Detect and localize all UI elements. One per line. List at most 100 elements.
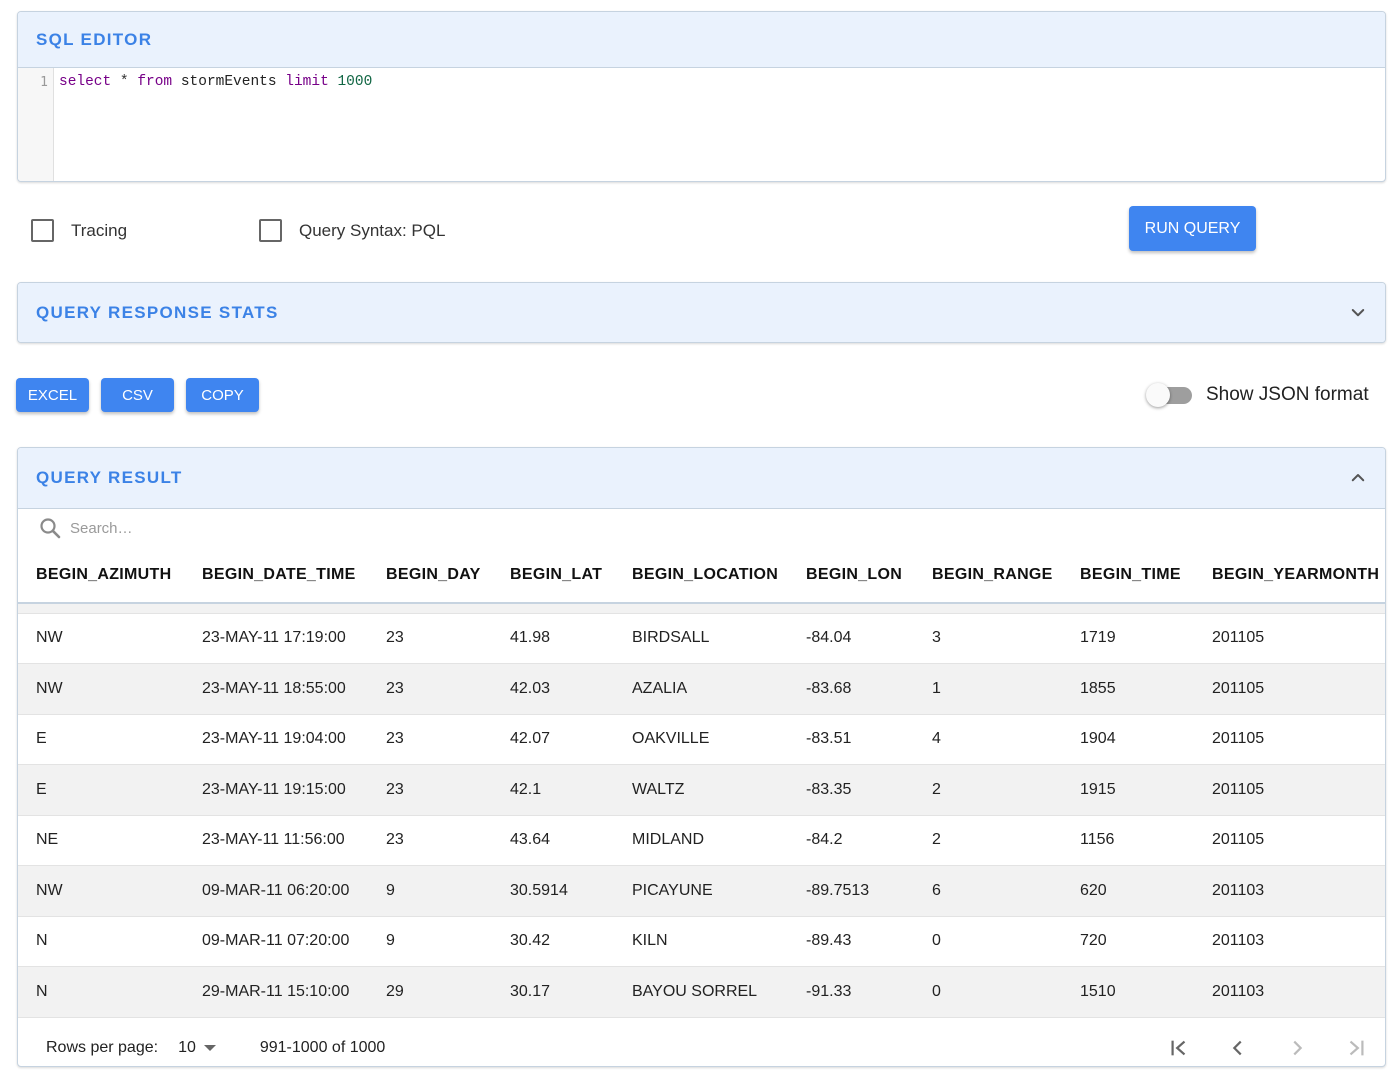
cell-begin-location: MIDLAND bbox=[614, 815, 788, 866]
cell-begin-lon: -84.04 bbox=[788, 613, 914, 664]
cell-begin-yearmonth: 201103 bbox=[1194, 966, 1385, 1018]
column-header-begin-day[interactable]: BEGIN_DAY bbox=[368, 547, 492, 604]
column-header-begin-yearmonth[interactable]: BEGIN_YEARMONTH bbox=[1194, 547, 1385, 604]
cell-begin-yearmonth: 201105 bbox=[1194, 613, 1385, 664]
table-row[interactable]: NW 23-MAY-11 18:55:00 23 42.03 AZALIA -83.68 1… bbox=[18, 663, 1385, 715]
cell-begin-range: 1 bbox=[914, 663, 1062, 715]
table-row[interactable]: N 29-MAR-11 15:10:00 29 30.17 BAYOU SORREL -9… bbox=[18, 966, 1385, 1018]
table-row[interactable]: E 23-MAY-11 19:15:00 23 42.1 WALTZ -83.35 2 191… bbox=[18, 764, 1385, 816]
cell-begin-location: BAYOU SORREL bbox=[614, 966, 788, 1018]
pagination-range: 991-1000 of 1000 bbox=[259, 1038, 386, 1056]
cell-begin-lat: 42.07 bbox=[492, 714, 614, 765]
query-response-stats-panel: QUERY RESPONSE STATS bbox=[17, 282, 1386, 343]
keyword-limit: limit bbox=[285, 74, 329, 90]
rows-per-page-label: Rows per page: bbox=[46, 1038, 159, 1056]
keyword-select: select bbox=[59, 74, 112, 90]
query-syntax-option[interactable]: Query Syntax: PQL bbox=[259, 219, 445, 242]
table-row[interactable]: N 09-MAR-11 07:20:00 9 30.42 KILN -89.43 0 720 2… bbox=[18, 916, 1385, 967]
cell-begin-range: 6 bbox=[914, 865, 1062, 917]
cell-begin-day: 9 bbox=[368, 916, 492, 967]
cell-begin-date-time: 09-MAR-11 06:20:00 bbox=[184, 865, 368, 917]
table-spacer-row bbox=[18, 603, 1385, 614]
cell-begin-lon: -84.2 bbox=[788, 815, 914, 866]
cell-begin-location: KILN bbox=[614, 916, 788, 967]
column-header-begin-location[interactable]: BEGIN_LOCATION bbox=[614, 547, 788, 604]
copy-button[interactable]: COPY bbox=[186, 378, 259, 412]
cell-begin-range: 2 bbox=[914, 764, 1062, 816]
rows-per-page-value: 10 bbox=[178, 1038, 196, 1056]
cell-begin-yearmonth: 201105 bbox=[1194, 815, 1385, 866]
toggle-track[interactable] bbox=[1146, 382, 1192, 407]
column-header-begin-range[interactable]: BEGIN_RANGE bbox=[914, 547, 1062, 604]
cell-begin-date-time: 09-MAR-11 07:20:00 bbox=[184, 916, 368, 967]
table-row[interactable]: NW 09-MAR-11 06:20:00 9 30.5914 PICAYUNE -89.… bbox=[18, 865, 1385, 917]
cell-begin-lat: 42.03 bbox=[492, 663, 614, 715]
chevron-left-icon bbox=[1232, 1040, 1242, 1055]
cell-begin-day: 9 bbox=[368, 865, 492, 917]
cell-begin-day: 23 bbox=[368, 714, 492, 765]
cell-begin-date-time: 23-MAY-11 11:56:00 bbox=[184, 815, 368, 866]
cell-begin-time: 1719 bbox=[1062, 613, 1194, 664]
cell-begin-location: AZALIA bbox=[614, 663, 788, 715]
dropdown-caret-icon bbox=[203, 1044, 216, 1051]
cell-begin-time: 620 bbox=[1062, 865, 1194, 917]
cell-begin-lat: 42.1 bbox=[492, 764, 614, 816]
last-page-button[interactable] bbox=[1326, 1037, 1385, 1059]
tracing-option[interactable]: Tracing bbox=[31, 219, 127, 242]
search-bar bbox=[18, 509, 1385, 547]
run-query-button[interactable]: RUN QUERY bbox=[1129, 206, 1256, 251]
cell-begin-lat: 43.64 bbox=[492, 815, 614, 866]
cell-begin-lat: 30.17 bbox=[492, 966, 614, 1018]
cell-begin-yearmonth: 201105 bbox=[1194, 714, 1385, 765]
cell-begin-time: 1904 bbox=[1062, 714, 1194, 765]
chevron-down-icon[interactable] bbox=[1349, 304, 1367, 322]
show-json-toggle[interactable]: Show JSON format bbox=[1146, 382, 1369, 407]
column-header-begin-time[interactable]: BEGIN_TIME bbox=[1062, 547, 1194, 604]
chevron-up-icon[interactable] bbox=[1349, 469, 1367, 487]
cell-begin-day: 23 bbox=[368, 764, 492, 816]
sql-editor[interactable]: 1 select * from stormEvents limit 1000 bbox=[18, 68, 1385, 181]
cell-begin-date-time: 29-MAR-11 15:10:00 bbox=[184, 966, 368, 1018]
previous-page-button[interactable] bbox=[1208, 1037, 1267, 1059]
column-header-begin-azimuth[interactable]: BEGIN_AZIMUTH bbox=[18, 547, 184, 604]
rows-per-page-select[interactable]: 10 bbox=[178, 1039, 216, 1057]
column-header-begin-date-time[interactable]: BEGIN_DATE_TIME bbox=[184, 547, 368, 604]
toggle-thumb[interactable] bbox=[1146, 382, 1170, 407]
cell-begin-azimuth: E bbox=[18, 764, 184, 816]
limit-value: 1000 bbox=[337, 74, 373, 90]
query-syntax-label: Query Syntax: PQL bbox=[299, 220, 446, 240]
cell-begin-azimuth: NE bbox=[18, 815, 184, 866]
cell-begin-time: 1510 bbox=[1062, 966, 1194, 1018]
cell-begin-lon: -83.35 bbox=[788, 764, 914, 816]
cell-begin-azimuth: E bbox=[18, 714, 184, 765]
cell-begin-time: 1855 bbox=[1062, 663, 1194, 715]
cell-begin-lat: 41.98 bbox=[492, 613, 614, 664]
column-header-begin-lat[interactable]: BEGIN_LAT bbox=[492, 547, 614, 604]
tracing-checkbox[interactable] bbox=[31, 219, 54, 242]
cell-begin-lon: -83.68 bbox=[788, 663, 914, 715]
table-row[interactable]: E 23-MAY-11 19:04:00 23 42.07 OAKVILLE -83.51… bbox=[18, 714, 1385, 765]
cell-begin-location: WALTZ bbox=[614, 764, 788, 816]
cell-begin-yearmonth: 201105 bbox=[1194, 764, 1385, 816]
cell-begin-lat: 30.5914 bbox=[492, 865, 614, 917]
cell-begin-azimuth: NW bbox=[18, 865, 184, 917]
first-page-button[interactable] bbox=[1149, 1037, 1208, 1059]
column-header-begin-lon[interactable]: BEGIN_LON bbox=[788, 547, 914, 604]
cell-begin-day: 29 bbox=[368, 966, 492, 1018]
pagination-footer: Rows per page: 10 991-1000 of 1000 bbox=[18, 1018, 1385, 1067]
query-response-stats-header[interactable]: QUERY RESPONSE STATS bbox=[18, 283, 1385, 342]
line-number-gutter: 1 bbox=[18, 68, 54, 181]
cell-begin-azimuth: N bbox=[18, 916, 184, 967]
table-row[interactable]: NW 23-MAY-11 17:19:00 23 41.98 BIRDSALL -84.0… bbox=[18, 613, 1385, 664]
csv-export-button[interactable]: CSV bbox=[101, 378, 174, 412]
cell-begin-time: 720 bbox=[1062, 916, 1194, 967]
table-row[interactable]: NE 23-MAY-11 11:56:00 23 43.64 MIDLAND -84.2 2… bbox=[18, 815, 1385, 866]
query-result-header[interactable]: QUERY RESULT bbox=[18, 448, 1385, 509]
sql-code-area[interactable]: select * from stormEvents limit 1000 bbox=[54, 68, 373, 181]
search-input[interactable] bbox=[70, 519, 370, 537]
next-page-button[interactable] bbox=[1267, 1037, 1326, 1059]
results-table: BEGIN_AZIMUTH BEGIN_DATE_TIME BEGIN_DAY BEG… bbox=[18, 547, 1385, 1018]
excel-export-button[interactable]: EXCEL bbox=[16, 378, 89, 412]
query-syntax-checkbox[interactable] bbox=[259, 219, 282, 242]
spacer-cell bbox=[18, 603, 1385, 614]
